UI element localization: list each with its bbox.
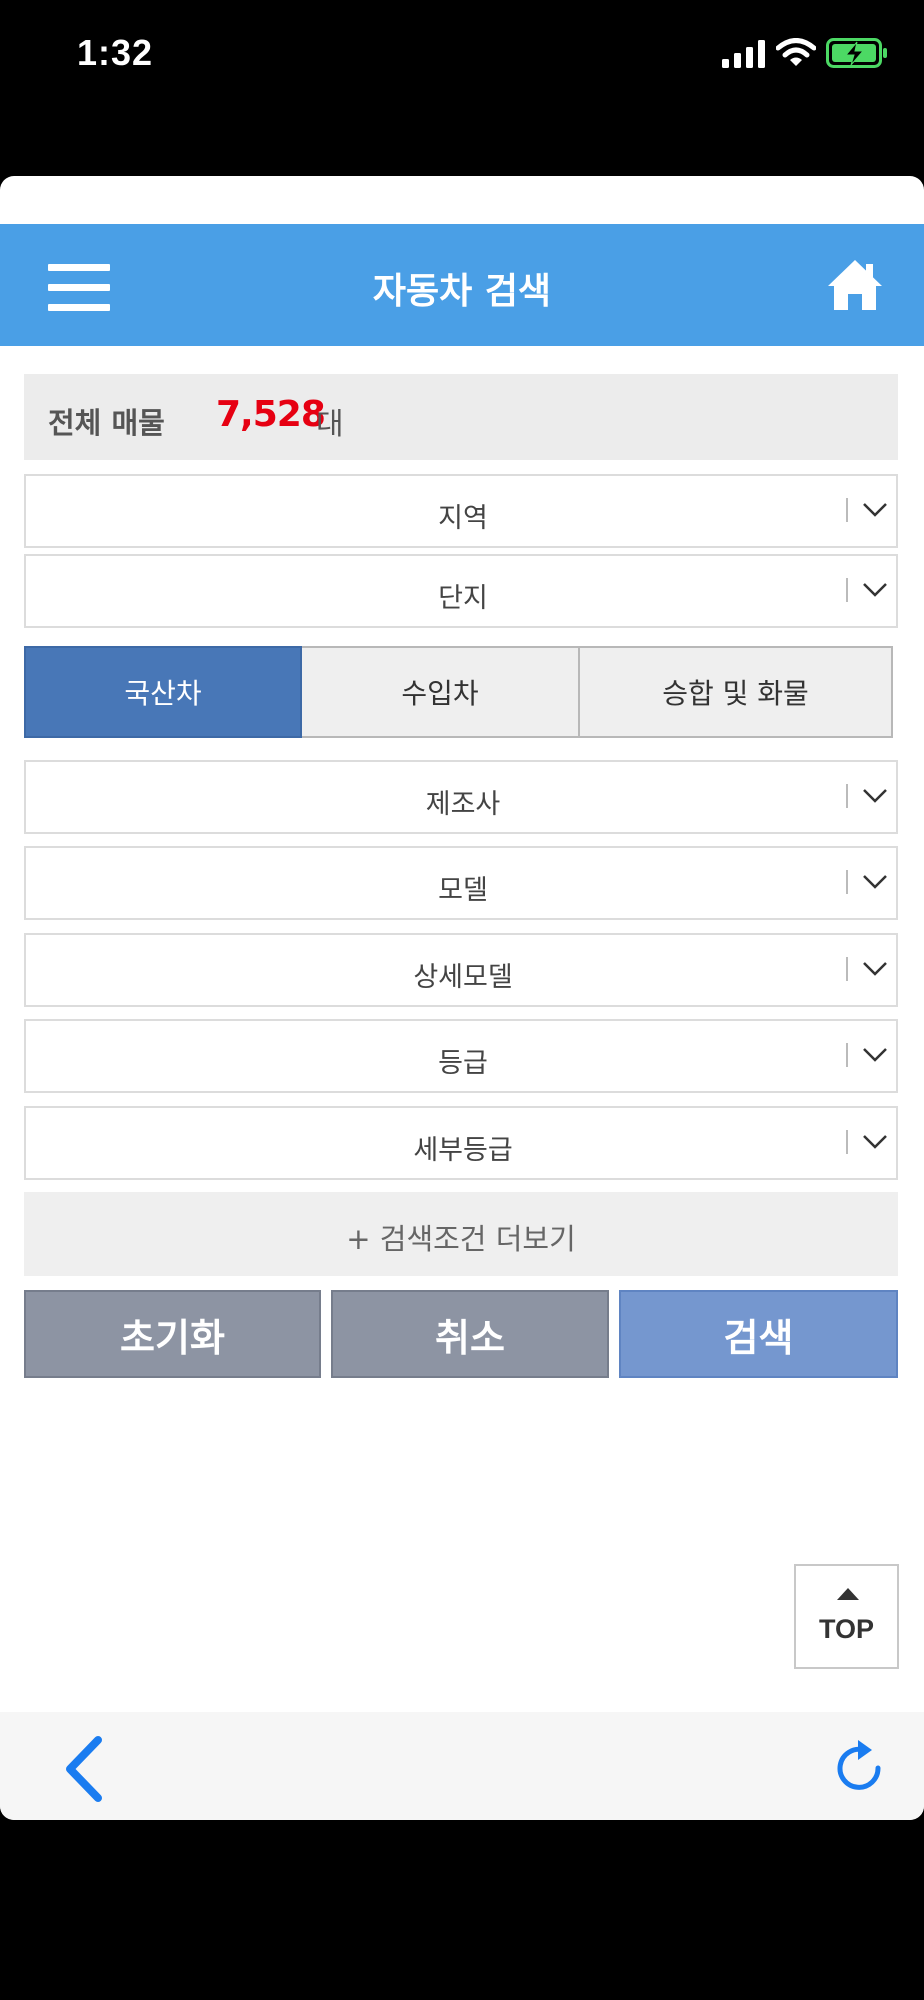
chevron-down-icon [863,503,887,517]
select-divider [846,784,848,808]
select-divider [846,498,848,522]
grade-select[interactable]: 등급 [24,1019,898,1093]
select-label: 세부등급 [413,1135,513,1166]
chevron-down-icon [863,583,887,597]
select-label: 지역 [438,503,488,534]
scroll-top-button[interactable]: TOP [794,1564,899,1669]
chevron-down-icon [863,875,887,889]
chevron-down-icon [863,962,887,976]
arrow-up-icon [837,1588,859,1600]
tab-domestic[interactable]: 국산차 [24,646,302,738]
select-divider [846,957,848,981]
chevron-down-icon [863,1135,887,1149]
tab-imported[interactable]: 수입차 [302,646,580,738]
page: 자동차 검색 전체 매물 7,528 대 지역 단지 국산차 수입차 승합 및 … [0,176,924,1820]
page-title: 자동차 검색 [372,271,552,312]
select-label: 단지 [438,583,488,614]
home-icon[interactable] [826,258,884,312]
total-listings-count: 7,528 [216,394,326,435]
wifi-icon [776,38,816,66]
search-button[interactable]: 검색 [619,1290,898,1378]
chevron-down-icon [863,1048,887,1062]
browser-toolbar [0,1712,924,1820]
chevron-down-icon [863,789,887,803]
more-search-conditions-button[interactable]: + 검색조건 더보기 [24,1192,898,1276]
battery-charging-icon [826,38,887,68]
refresh-icon[interactable] [834,1736,884,1796]
select-label: 등급 [438,1048,488,1079]
total-listings-bar: 전체 매물 7,528 대 [24,374,898,460]
cancel-button[interactable]: 취소 [331,1290,609,1378]
select-divider [846,1043,848,1067]
status-bar: 1:32 [0,0,924,110]
select-label: 제조사 [425,789,501,820]
scroll-top-label: TOP [818,1614,874,1644]
region-select[interactable]: 지역 [24,474,898,548]
select-divider [846,578,848,602]
complex-select[interactable]: 단지 [24,554,898,628]
total-listings-unit: 대 [316,407,344,442]
select-label: 상세모델 [413,962,513,993]
vehicle-type-tabs: 국산차 수입차 승합 및 화물 [24,646,893,738]
detail-model-select[interactable]: 상세모델 [24,933,898,1007]
reset-button[interactable]: 초기화 [24,1290,321,1378]
app-header: 자동차 검색 [0,224,924,346]
sub-grade-select[interactable]: 세부등급 [24,1106,898,1180]
select-divider [846,870,848,894]
back-icon[interactable] [60,1734,106,1804]
tab-van-truck[interactable]: 승합 및 화물 [580,646,893,738]
total-listings-label: 전체 매물 [48,406,165,440]
status-time: 1:32 [77,32,154,73]
manufacturer-select[interactable]: 제조사 [24,760,898,834]
cellular-signal-icon [722,40,765,68]
model-select[interactable]: 모델 [24,846,898,920]
select-label: 모델 [438,875,488,906]
select-divider [846,1130,848,1154]
